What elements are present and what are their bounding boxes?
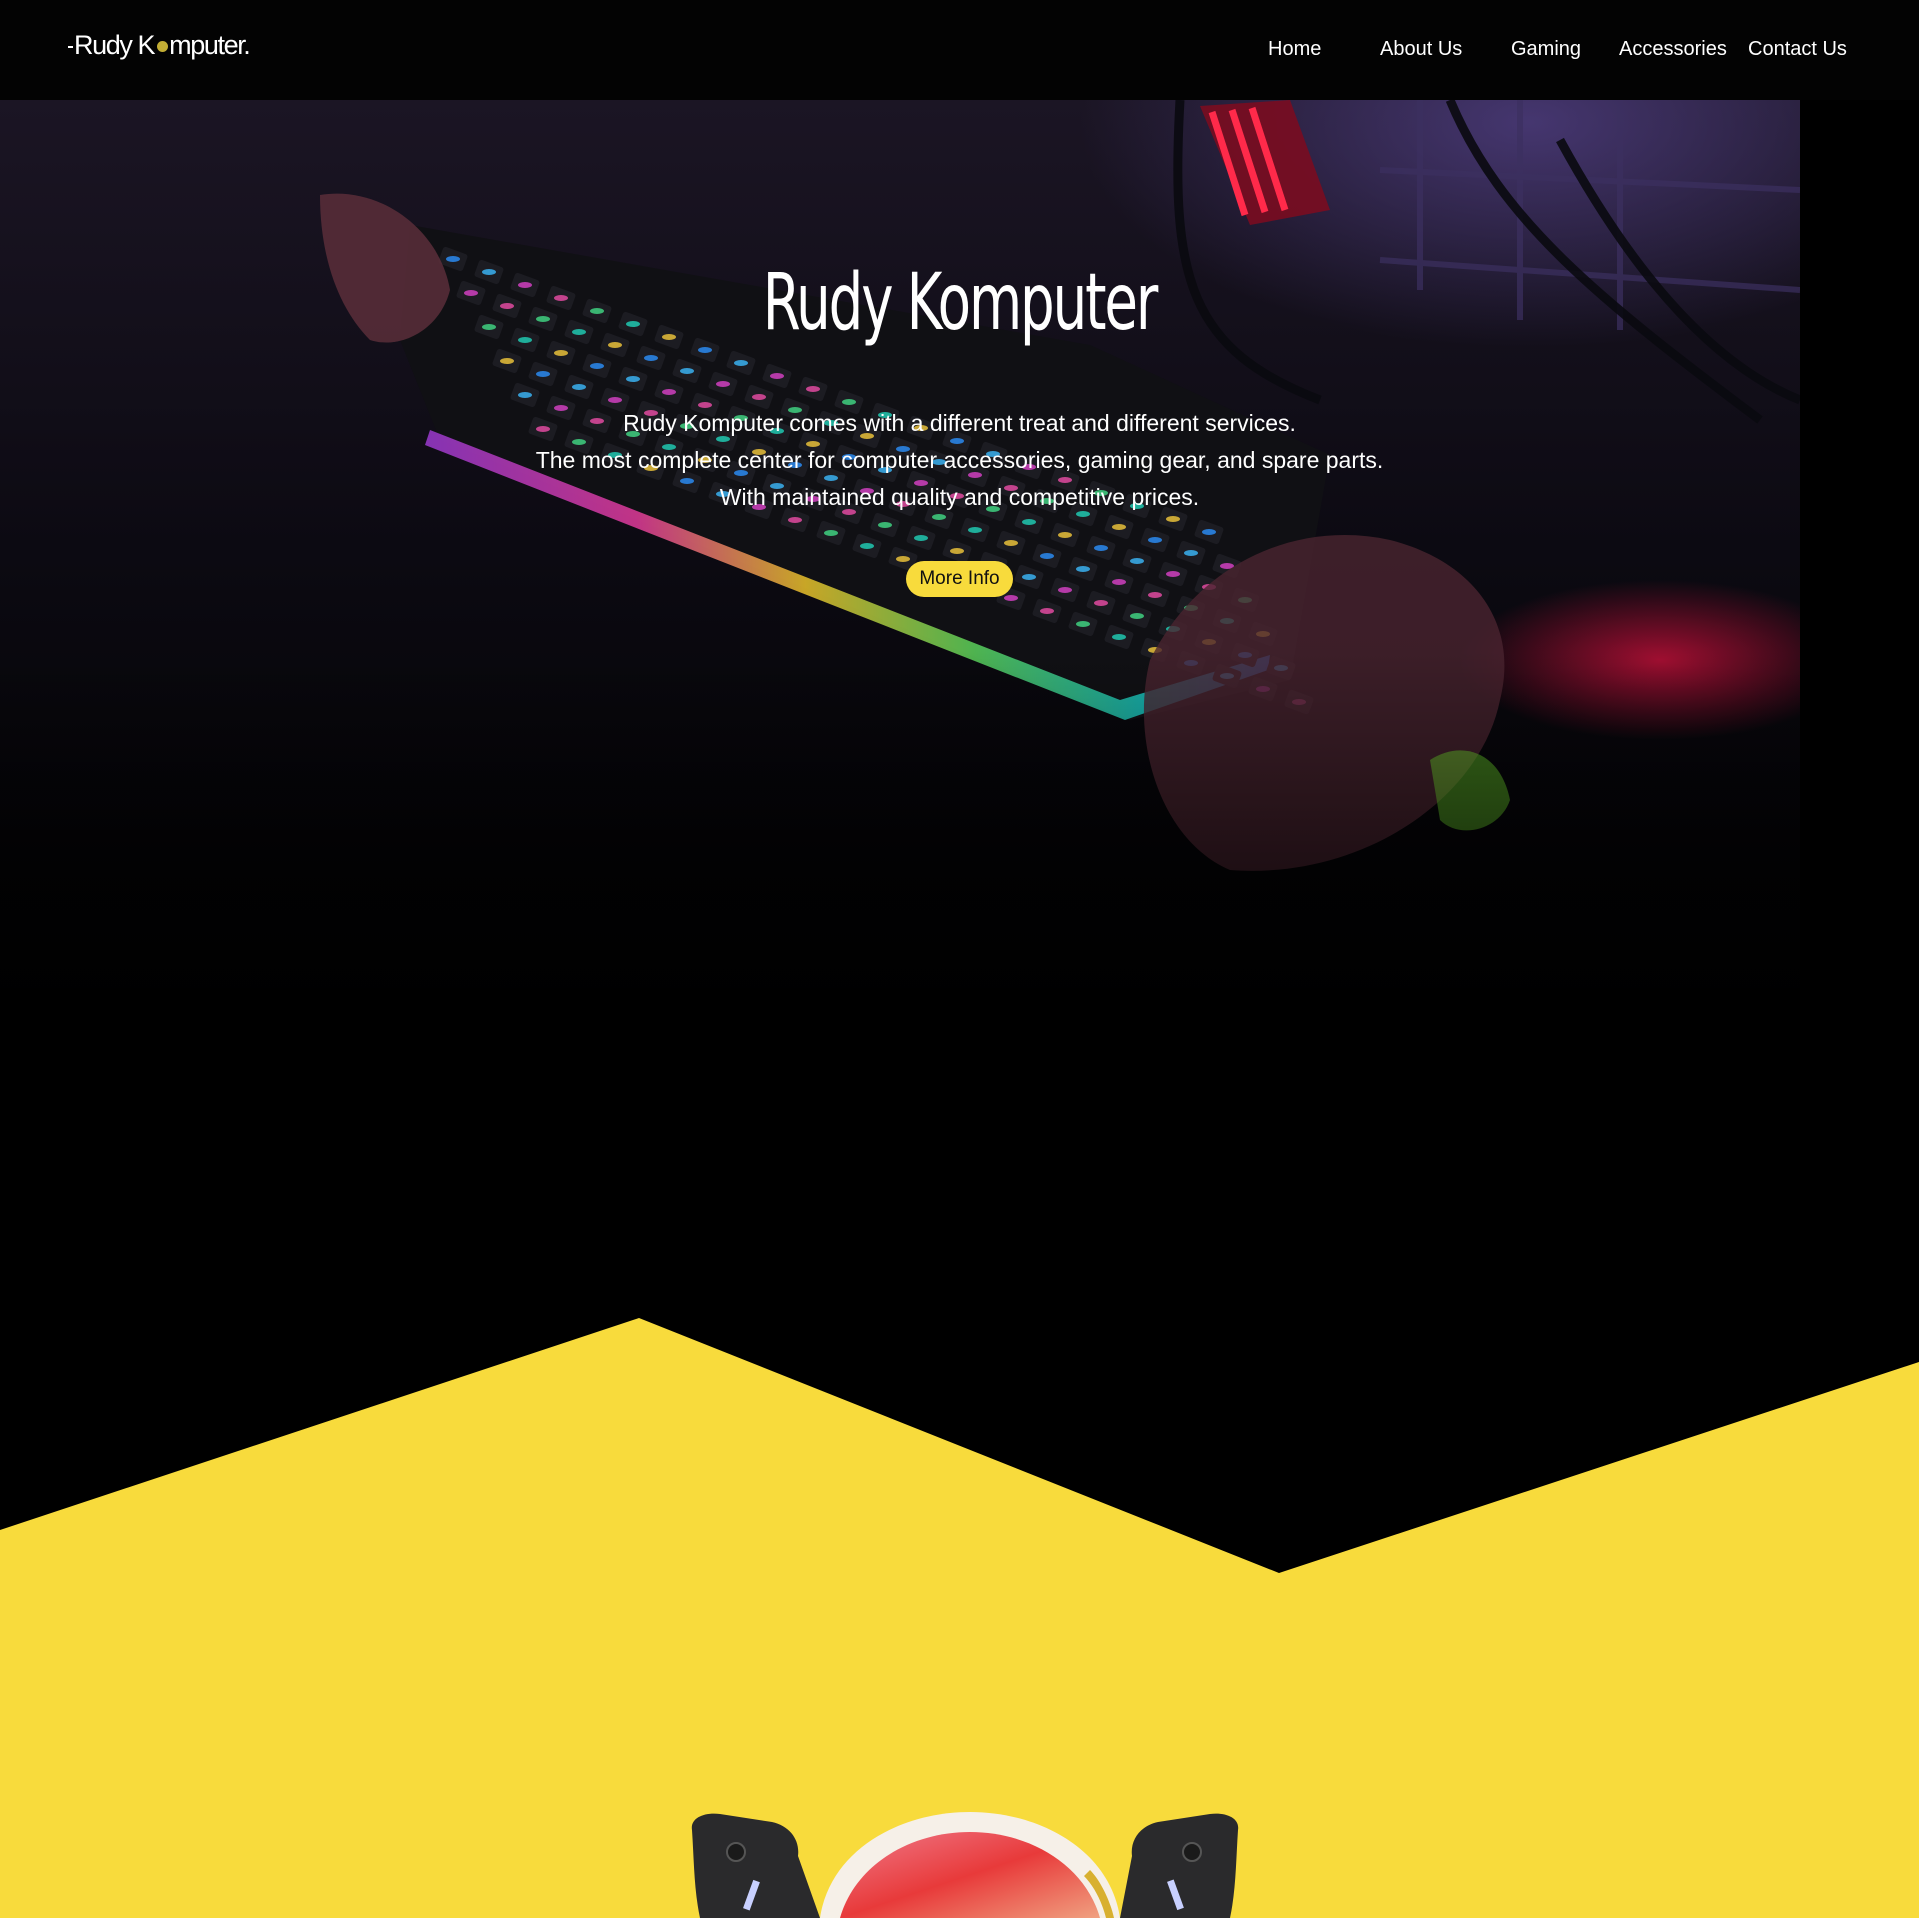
navbar: Rudy K mputer. Home About Us Gaming Acce… bbox=[0, 0, 1919, 100]
nav-link-contact-us[interactable]: Contact Us bbox=[1748, 38, 1847, 61]
hero-title: Rudy Komputer bbox=[762, 258, 1159, 348]
nav-link-accessories[interactable]: Accessories bbox=[1619, 38, 1727, 61]
logo-text-end: mputer. bbox=[169, 30, 251, 60]
nav-link-home[interactable]: Home bbox=[1268, 38, 1321, 61]
hero-description-line: The most complete center for computer ac… bbox=[535, 447, 1384, 473]
hero-background-image bbox=[0, 100, 1800, 1100]
hero-description-line: With maintained quality and competitive … bbox=[719, 484, 1200, 510]
hero-section: Rudy Komputer Rudy Komputer comes with a… bbox=[0, 255, 1919, 597]
logo-dot-icon bbox=[157, 41, 169, 52]
logo-dash-mark bbox=[68, 45, 73, 48]
hero-description: Rudy Komputer comes with a different tre… bbox=[0, 405, 1919, 516]
nav-link-about-us[interactable]: About Us bbox=[1380, 38, 1462, 61]
logo-text-start: Rudy K bbox=[74, 30, 156, 60]
site-logo[interactable]: Rudy K mputer. bbox=[68, 30, 251, 61]
nav-link-gaming[interactable]: Gaming bbox=[1511, 38, 1581, 61]
page: Rudy K mputer. Home About Us Gaming Acce… bbox=[0, 0, 1919, 1918]
product-fan-image bbox=[691, 1812, 1239, 1918]
more-info-button[interactable]: More Info bbox=[906, 561, 1013, 597]
hero-description-line: Rudy Komputer comes with a different tre… bbox=[623, 410, 1296, 436]
